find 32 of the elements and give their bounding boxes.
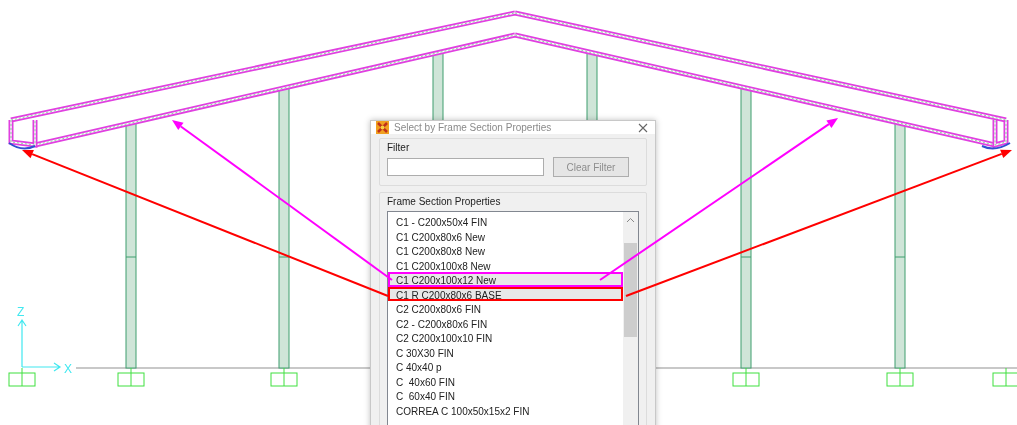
list-item[interactable]: CORREA C 100x50x15x2 FIN: [388, 402, 623, 417]
list-item[interactable]: C 60x40 FIN: [388, 388, 623, 403]
scroll-thumb[interactable]: [624, 243, 637, 337]
group-label: Frame Section Properties: [387, 196, 501, 207]
support-icon: [270, 367, 298, 387]
close-button[interactable]: [637, 121, 649, 134]
rafter-end: [981, 119, 1011, 150]
filter-field[interactable]: [387, 158, 544, 176]
list-item[interactable]: C1 C200x80x8 New: [388, 243, 623, 258]
axis-label: X: [64, 362, 72, 376]
support-icon: [886, 367, 914, 387]
list-item[interactable]: C1 C200x80x6 New: [388, 228, 623, 243]
axis-label: Z: [17, 305, 25, 319]
list-item[interactable]: C1 C200x100x12 New: [388, 272, 623, 287]
support-icon: [992, 367, 1017, 387]
group-label: Filter: [387, 142, 410, 153]
list-item[interactable]: C2 C200x100x10 FIN: [388, 330, 623, 345]
list-item[interactable]: C 40x40 p: [388, 359, 623, 374]
support-icon: [732, 367, 760, 387]
scrollbar[interactable]: [623, 212, 638, 425]
support-icon: [8, 367, 36, 387]
rafter-end: [8, 119, 38, 150]
app-logo-icon: [376, 121, 389, 134]
list-item[interactable]: C 40x60 FIN: [388, 373, 623, 388]
window-title: Select by Frame Section Properties: [394, 122, 553, 133]
scroll-up-icon[interactable]: [626, 217, 635, 223]
list-item[interactable]: C1 C200x100x8 New: [388, 257, 623, 272]
list-item[interactable]: C1 - C200x50x4 FIN: [388, 214, 623, 229]
list-item[interactable]: C 30X30 FIN: [388, 344, 623, 359]
list-item[interactable]: C2 C200x80x6 FIN: [388, 301, 623, 316]
list-item[interactable]: C2 - C200x80x6 FIN: [388, 315, 623, 330]
support-icon: [117, 367, 145, 387]
